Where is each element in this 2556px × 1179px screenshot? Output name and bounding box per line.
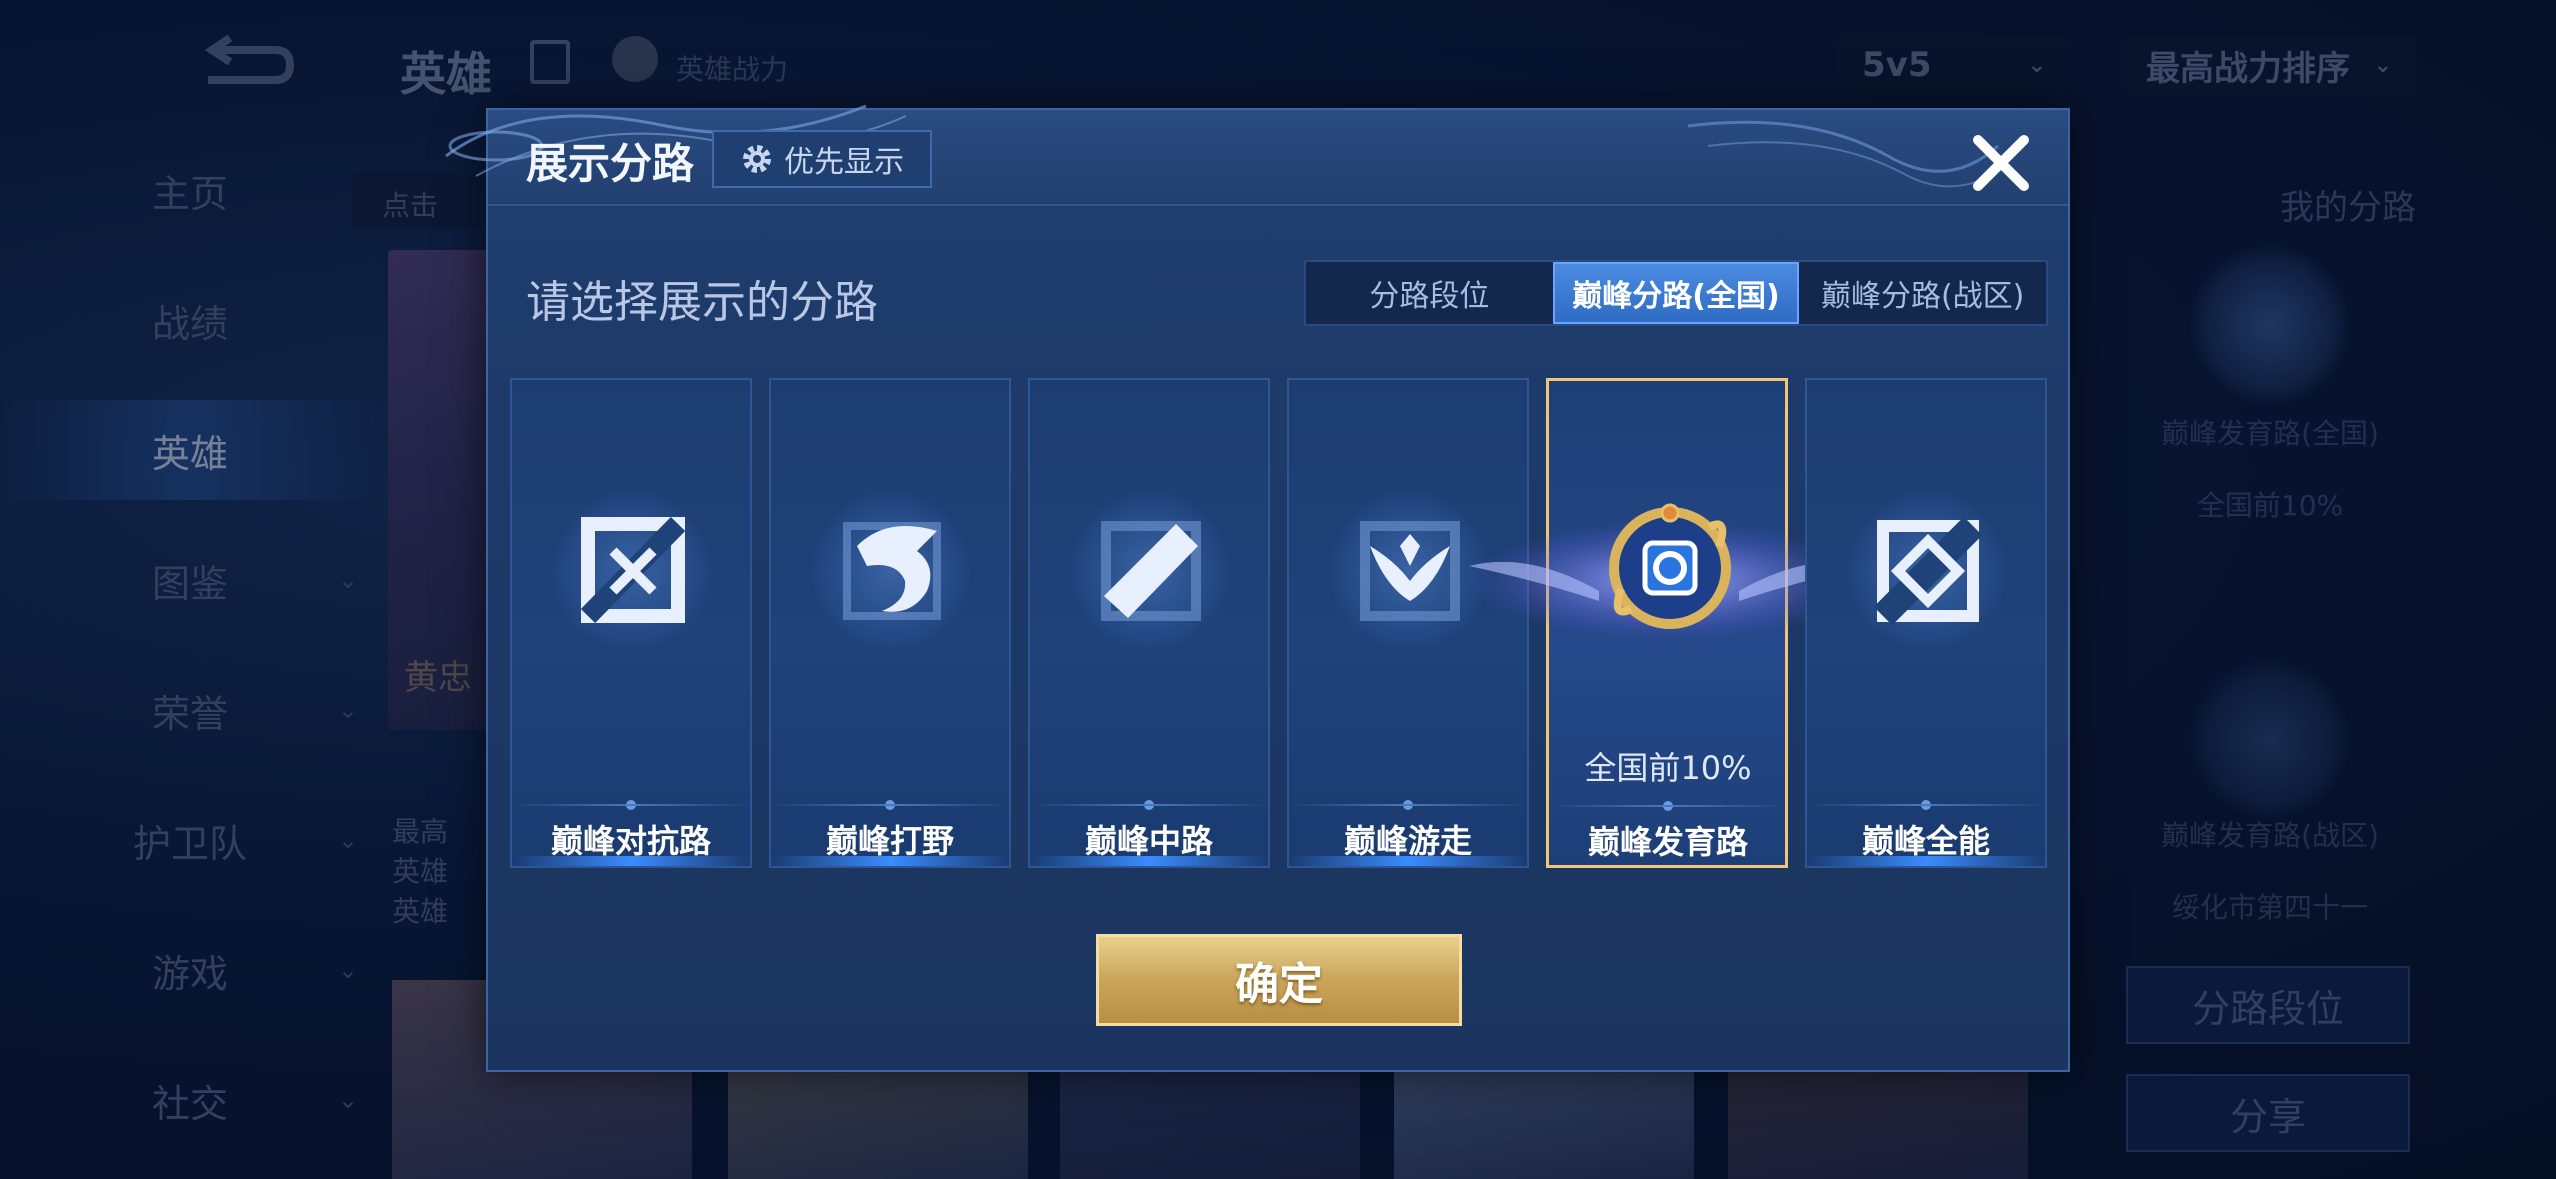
card-divider (771, 804, 1009, 806)
close-icon[interactable] (1968, 130, 2034, 196)
card-divider (1289, 804, 1527, 806)
dialog-header: 展示分路 优先显示 (445, 104, 2068, 206)
lane-card-mid[interactable]: 巅峰中路 (1028, 378, 1270, 868)
card-divider (1807, 804, 2045, 806)
clash-lane-icon (580, 517, 686, 623)
tab-peak-national[interactable]: 巅峰分路(全国) (1552, 262, 1800, 324)
dialog-subtitle: 请选择展示的分路 (526, 277, 878, 328)
farm-lane-badge-icon (1609, 503, 1731, 629)
card-bottom-glow (1289, 856, 1527, 866)
tab-peak-region[interactable]: 巅峰分路(战区) (1799, 262, 2046, 324)
lane-display-dialog: 展示分路 优先显示 请选择展示的分路 分路段位 巅峰分路(全国) 巅峰分路(战区… (445, 104, 2070, 1072)
card-bottom-glow (771, 856, 1009, 866)
lane-card-label: 巅峰发育路 (1587, 823, 1748, 861)
card-divider (512, 804, 750, 806)
card-bottom-glow (1807, 856, 2045, 866)
jungle-dragon-icon (843, 522, 941, 620)
lane-card-roam[interactable]: 巅峰游走 (1287, 378, 1529, 868)
lane-card-jungle[interactable]: 巅峰打野 (769, 378, 1011, 868)
lane-card-farm[interactable]: 全国前10% 巅峰发育路 (1469, 378, 1869, 868)
decorative-swirl (1688, 120, 2007, 188)
card-bottom-glow (1030, 856, 1268, 866)
card-divider (1549, 805, 1787, 807)
lane-card-allround[interactable]: 巅峰全能 (1805, 378, 2047, 868)
gear-icon (743, 145, 771, 173)
roam-wings-icon (1360, 521, 1460, 621)
lane-card-list: 巅峰对抗路 巅峰打野 巅峰中路 巅峰游走 全国前10% 巅峰发育路 巅峰全能 (510, 378, 2050, 868)
confirm-button[interactable]: 确定 (1096, 934, 1462, 1026)
priority-display-button[interactable]: 优先显示 (712, 130, 932, 188)
card-bottom-glow (512, 856, 750, 866)
lane-tabs: 分路段位 巅峰分路(全国) 巅峰分路(战区) (1304, 260, 2048, 326)
card-divider (1030, 804, 1268, 806)
priority-display-label: 优先显示 (784, 145, 904, 180)
mid-lane-icon (1101, 521, 1201, 621)
lane-card-clash[interactable]: 巅峰对抗路 (510, 378, 752, 868)
lane-rank-text: 全国前10% (1584, 749, 1752, 787)
dialog-title: 展示分路 (526, 139, 695, 188)
tab-lane-rank[interactable]: 分路段位 (1306, 262, 1553, 324)
all-round-icon (1873, 516, 1983, 626)
